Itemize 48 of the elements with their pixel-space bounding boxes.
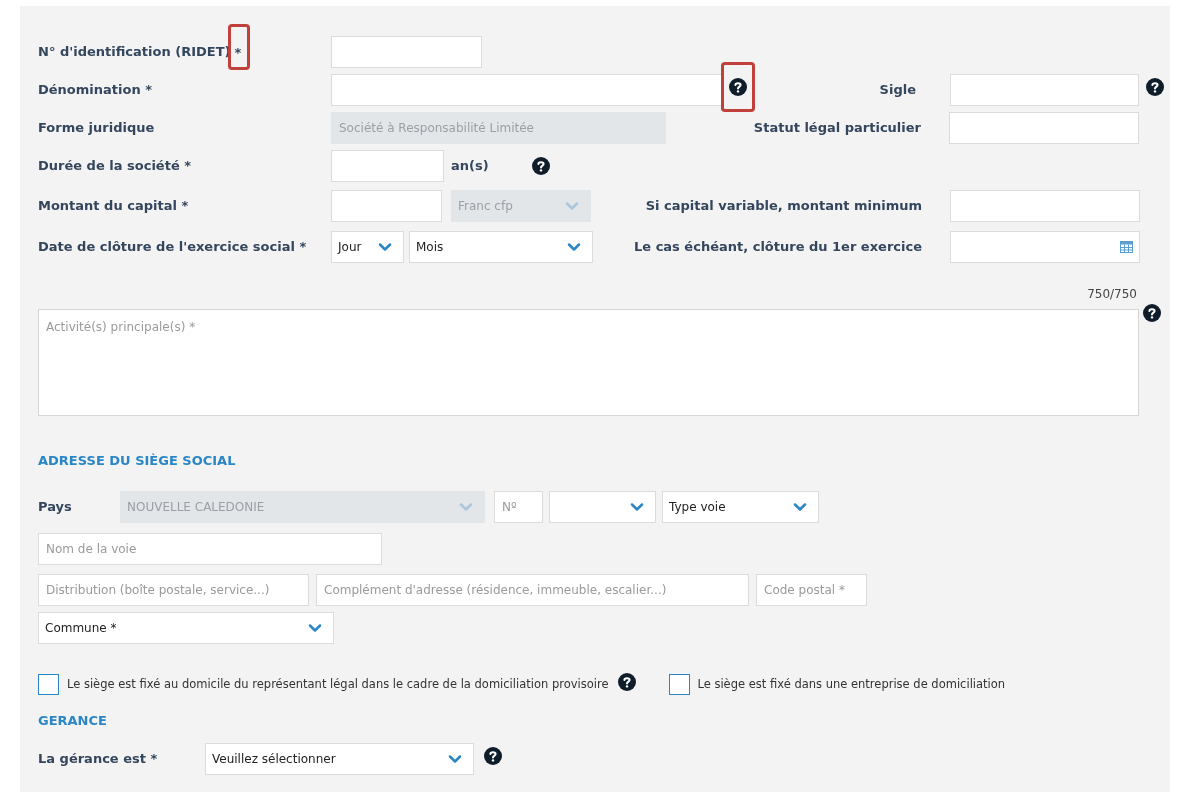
dropdown[interactable]: Mois [409, 231, 593, 263]
field-label: Le cas échéant, clôture du 1er exercice [633, 238, 922, 257]
field-label: La gérance est * [38, 750, 159, 769]
dropdown[interactable] [549, 490, 656, 523]
text-field[interactable] [331, 150, 444, 182]
help-icon[interactable] [532, 157, 550, 175]
checkbox-label: Le siège est fixé dans une entreprise de domiciliation [697, 675, 1006, 693]
help-icon[interactable] [617, 672, 636, 691]
field-label: Date de clôture de l'exercice social * [38, 238, 308, 257]
field-label: Sigle [878, 81, 916, 100]
checkbox[interactable] [668, 674, 690, 695]
dropdown[interactable]: Veuillez sélectionner [205, 743, 474, 775]
text-field[interactable] [331, 190, 442, 222]
dropdown[interactable]: Commune * [38, 611, 334, 644]
unit-label: an(s) [451, 157, 490, 176]
text-field[interactable] [950, 74, 1139, 106]
dropdown[interactable]: Jour [331, 231, 404, 263]
checkbox[interactable] [38, 674, 59, 695]
character-counter: 750/750 [1087, 286, 1138, 303]
activity-textarea[interactable]: Activité(s) principale(s) * [38, 309, 1139, 416]
text-field[interactable]: Code postal * [756, 573, 867, 606]
text-field[interactable]: Distribution (boîte postale, service...) [38, 573, 309, 606]
help-icon[interactable] [729, 78, 747, 96]
date-field[interactable] [950, 231, 1140, 263]
field-label: Pays [38, 497, 73, 516]
field-label: Forme juridique [38, 119, 156, 138]
calendar-icon [1120, 241, 1133, 253]
text-field[interactable] [331, 74, 724, 106]
help-icon[interactable] [1143, 304, 1161, 322]
text-field[interactable]: Nom de la voie [38, 532, 382, 565]
text-field[interactable] [950, 190, 1140, 222]
text-field[interactable] [331, 36, 482, 68]
text-field[interactable]: Nº [494, 490, 543, 523]
help-icon[interactable] [1146, 78, 1164, 96]
text-field[interactable]: Complément d'adresse (résidence, immeuble, escalier...) [316, 573, 749, 606]
section-heading: ADRESSE DU SIÈGE SOCIAL [38, 452, 237, 470]
field-label: Durée de la société * [38, 157, 193, 176]
checkbox-label: Le siège est fixé au domicile du représentant légal dans le cadre de la domiciliation provisoire [67, 675, 609, 693]
field-label: Dénomination * [38, 81, 153, 100]
help-icon[interactable] [484, 747, 502, 765]
field-label: N° d'identification (RIDET) [38, 43, 231, 62]
required-asterisk: * [234, 45, 242, 60]
field-label: Statut légal particulier [752, 119, 921, 138]
section-heading: GERANCE [38, 711, 108, 730]
dropdown[interactable]: Type voie [662, 490, 819, 523]
field-label: Si capital variable, montant minimum [644, 197, 922, 216]
text-field[interactable] [949, 112, 1139, 144]
field-label: Montant du capital * [38, 197, 190, 216]
